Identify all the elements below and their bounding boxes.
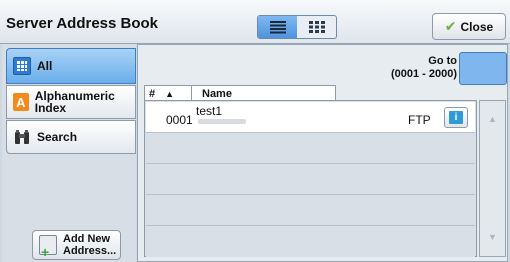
table-row[interactable] — [146, 226, 475, 257]
add-label-line2: Address... — [63, 245, 117, 257]
grid-icon — [13, 57, 31, 75]
title-bar: Server Address Book ✔ Close — [0, 0, 510, 44]
goto-input[interactable] — [459, 52, 507, 85]
sidebar: All A Alphanumeric Index Search Add New … — [2, 44, 136, 262]
goto-label-line1: Go to — [428, 55, 457, 67]
alpha-index-icon: A — [13, 93, 29, 111]
scroll-down-icon[interactable]: ▼ — [480, 232, 505, 242]
add-address-label: Add New Address... — [63, 233, 116, 257]
table-row[interactable]: 0001 test1 FTP i — [146, 102, 475, 133]
column-name-header[interactable]: Name — [192, 85, 336, 101]
table-row[interactable] — [146, 164, 475, 195]
table-row[interactable] — [146, 195, 475, 226]
row-address-blurred — [198, 119, 246, 124]
address-list: 0001 test1 FTP i — [144, 100, 477, 257]
sidebar-item-search[interactable]: Search — [6, 120, 136, 154]
add-address-icon — [39, 235, 57, 258]
column-name-label: Name — [202, 87, 232, 100]
details-button[interactable]: i — [444, 107, 468, 128]
grid-view-button[interactable] — [297, 16, 336, 38]
close-label: Close — [460, 19, 494, 34]
scroll-up-icon[interactable]: ▲ — [480, 114, 505, 124]
sort-ascending-icon: ▲ — [165, 88, 175, 99]
column-number-header[interactable]: # ▲ — [144, 85, 192, 101]
row-type: FTP — [408, 113, 431, 127]
goto-label: Go to (0001 - 2000) — [371, 55, 457, 81]
sidebar-item-alphanumeric-index[interactable]: A Alphanumeric Index — [6, 85, 136, 119]
sidebar-item-all[interactable]: All — [6, 48, 136, 84]
goto-range: (0001 - 2000) — [390, 68, 457, 80]
sidebar-item-label: Alphanumeric Index — [34, 89, 115, 115]
add-label-line1: Add New — [63, 233, 111, 245]
info-icon: i — [449, 111, 463, 124]
list-view-icon — [269, 21, 286, 34]
scrollbar[interactable]: ▲ ▼ — [479, 100, 506, 257]
view-toggle[interactable] — [257, 15, 337, 39]
close-button[interactable]: ✔ Close — [432, 13, 506, 40]
row-number: 0001 — [166, 113, 193, 127]
column-number-label: # — [149, 87, 156, 100]
page-title: Server Address Book — [6, 15, 159, 32]
sidebar-item-label: Search — [37, 130, 78, 144]
grid-view-icon — [308, 21, 325, 33]
column-header: # ▲ Name — [144, 85, 336, 101]
checkmark-icon: ✔ — [444, 18, 457, 34]
list-view-button[interactable] — [258, 16, 297, 38]
sidebar-item-label: All — [37, 59, 53, 73]
row-name: test1 — [196, 104, 223, 118]
binoculars-icon — [13, 128, 31, 146]
main-panel: Go to (0001 - 2000) # ▲ Name 0001 test1 … — [137, 44, 508, 262]
add-new-address-button[interactable]: Add New Address... — [32, 230, 121, 260]
table-row[interactable] — [146, 133, 475, 164]
